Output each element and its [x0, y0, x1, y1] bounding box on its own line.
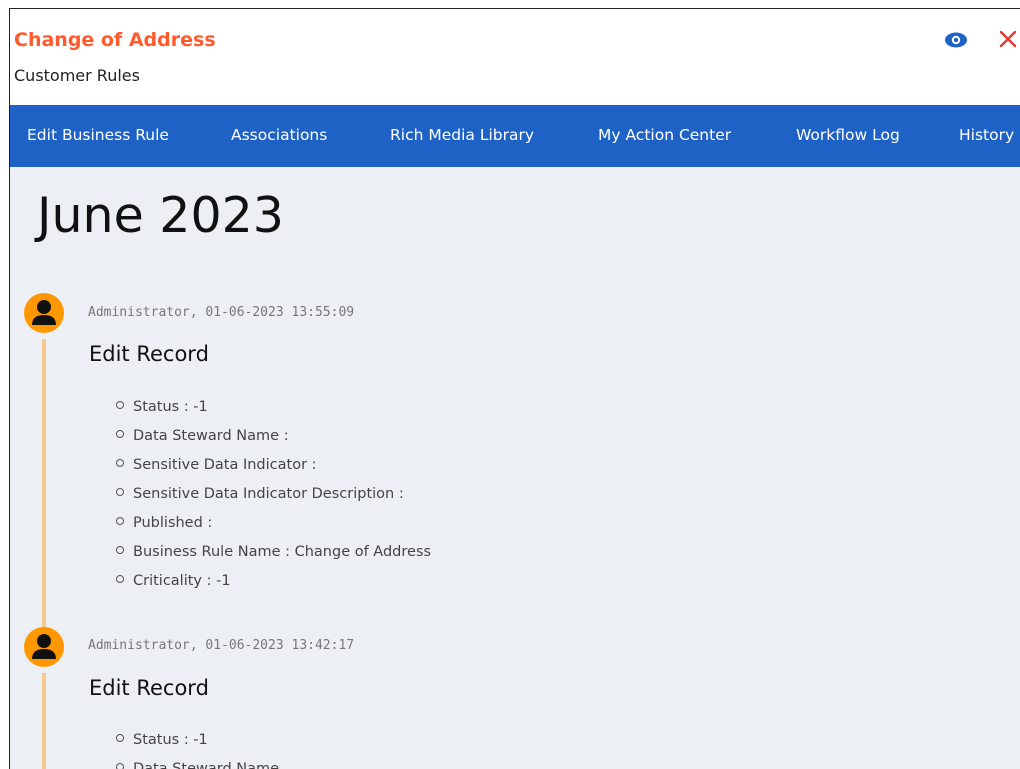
bullet-icon — [116, 763, 124, 769]
tab-my-action-center[interactable]: My Action Center — [598, 126, 731, 144]
bullet-icon — [116, 401, 124, 409]
detail-text: Sensitive Data Indicator Description : — [133, 486, 404, 502]
entry-details: Status : -1 Data Steward Name — [116, 726, 279, 769]
detail-item: Status : -1 — [116, 726, 279, 755]
detail-text: Status : -1 — [133, 732, 208, 748]
tab-edit-business-rule[interactable]: Edit Business Rule — [27, 126, 169, 144]
bullet-icon — [116, 546, 124, 554]
timeline-line — [42, 339, 46, 629]
record-subtitle: Customer Rules — [14, 66, 140, 85]
panel-header: Change of Address Customer Rules — [10, 9, 1020, 105]
detail-item: Published : — [116, 509, 431, 538]
entry-title: Edit Record — [89, 342, 209, 366]
detail-text: Sensitive Data Indicator : — [133, 457, 317, 473]
detail-item: Business Rule Name : Change of Address — [116, 538, 431, 567]
user-icon — [32, 634, 56, 659]
record-title: Change of Address — [14, 29, 216, 51]
tab-workflow-log[interactable]: Workflow Log — [796, 126, 900, 144]
bullet-icon — [116, 575, 124, 583]
user-icon — [32, 300, 56, 325]
detail-text: Business Rule Name : Change of Address — [133, 544, 432, 560]
bullet-icon — [116, 488, 124, 496]
bullet-icon — [116, 430, 124, 438]
detail-text: Data Steward Name : — [133, 428, 289, 444]
avatar — [24, 293, 64, 333]
avatar — [24, 627, 64, 667]
entry-meta: Administrator, 01-06-2023 13:55:09 — [88, 305, 355, 320]
history-panel: Change of Address Customer Rules Edit Bu… — [9, 8, 1020, 769]
close-icon — [999, 30, 1017, 48]
bullet-icon — [116, 517, 124, 525]
detail-item: Data Steward Name — [116, 755, 279, 769]
entry-title: Edit Record — [89, 676, 209, 700]
bullet-icon — [116, 459, 124, 467]
month-heading: June 2023 — [37, 187, 284, 244]
entry-meta: Administrator, 01-06-2023 13:42:17 — [88, 638, 355, 653]
detail-item: Data Steward Name : — [116, 422, 431, 451]
view-button[interactable] — [944, 30, 968, 50]
detail-item: Criticality : -1 — [116, 567, 431, 596]
tab-rich-media-library[interactable]: Rich Media Library — [390, 126, 534, 144]
tab-associations[interactable]: Associations — [231, 126, 327, 144]
entry-details: Status : -1 Data Steward Name : Sensitiv… — [116, 393, 431, 596]
timeline-line — [42, 673, 46, 769]
detail-text: Published : — [133, 515, 213, 531]
bullet-icon — [116, 734, 124, 742]
detail-item: Sensitive Data Indicator Description : — [116, 480, 431, 509]
tab-history[interactable]: History — [959, 126, 1014, 144]
detail-item: Sensitive Data Indicator : — [116, 451, 431, 480]
detail-text: Status : -1 — [133, 399, 208, 415]
tab-bar: Edit Business Rule Associations Rich Med… — [10, 105, 1020, 167]
close-button[interactable] — [996, 27, 1020, 51]
eye-icon — [945, 32, 967, 48]
detail-item: Status : -1 — [116, 393, 431, 422]
detail-text: Criticality : -1 — [133, 573, 231, 589]
